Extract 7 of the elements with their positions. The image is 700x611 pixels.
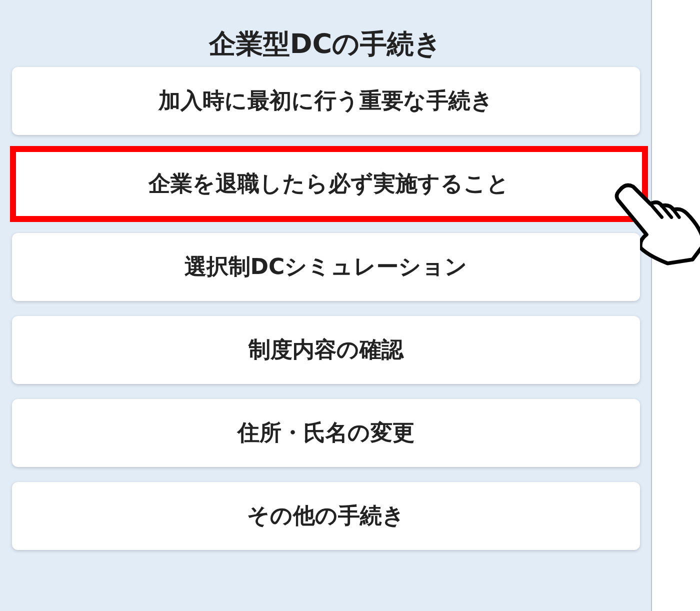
menu-item[interactable]: その他の手続き — [12, 482, 640, 550]
panel-title: 企業型DCの手続き — [208, 28, 444, 62]
menu-item[interactable]: 制度内容の確認 — [12, 316, 640, 384]
menu-item[interactable]: 企業を退職したら必ず実施すること — [14, 150, 644, 218]
menu-item[interactable]: 住所・氏名の変更 — [12, 399, 640, 467]
menu-item[interactable]: 選択制DCシミュレーション — [12, 233, 640, 301]
menu-item[interactable]: 加入時に最初に行う重要な手続き — [12, 67, 640, 135]
